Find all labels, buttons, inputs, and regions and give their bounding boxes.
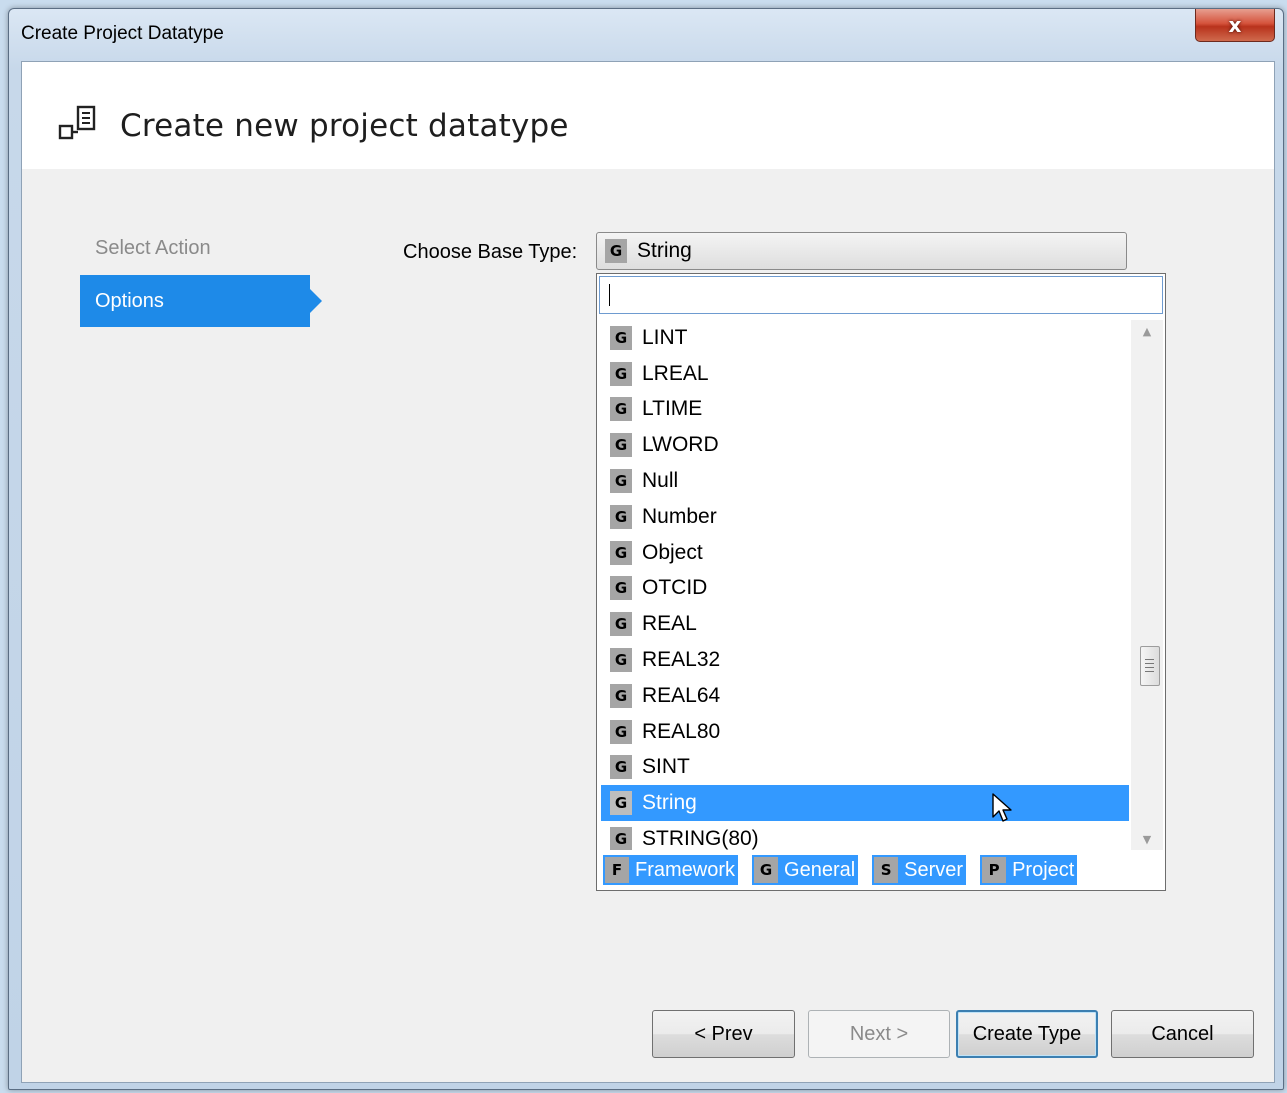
nav-item-select-action[interactable]: Select Action	[80, 222, 310, 274]
prev-button[interactable]: < Prev	[652, 1010, 795, 1058]
type-badge: G	[754, 857, 779, 883]
type-badge: S	[874, 857, 899, 883]
nav-item-options[interactable]: Options	[80, 275, 322, 327]
text-caret	[609, 284, 610, 306]
grip-icon	[1145, 659, 1154, 660]
filter-label: General	[784, 858, 856, 881]
type-badge: G	[605, 239, 627, 263]
filter-server[interactable]: S Server	[872, 855, 967, 885]
page-title: Create new project datatype	[120, 108, 569, 144]
type-badge: G	[610, 683, 632, 708]
close-icon: x	[1228, 13, 1242, 37]
list-item[interactable]: G REAL80	[601, 714, 1129, 750]
list-item[interactable]: G REAL32	[601, 642, 1129, 678]
dialog-client: Create new project datatype Select Actio…	[21, 61, 1275, 1083]
list-item-label: OTCID	[642, 576, 708, 600]
list-item[interactable]: G Object	[601, 535, 1129, 571]
type-badge: G	[610, 433, 632, 458]
list-item[interactable]: G OTCID	[601, 571, 1129, 607]
filter-label: Server	[904, 858, 964, 881]
type-badge: P	[982, 857, 1007, 883]
list-item-label: LTIME	[642, 397, 703, 421]
list-item[interactable]: G Null	[601, 463, 1129, 499]
filter-project[interactable]: P Project	[980, 855, 1078, 885]
window-title: Create Project Datatype	[21, 23, 224, 44]
type-badge: G	[610, 325, 632, 350]
list-item[interactable]: G LINT	[601, 320, 1129, 356]
list-item-label: Number	[642, 504, 717, 528]
base-type-dropdown: G LINT G LREAL G LTIME G LWORD G Null G Number…	[596, 273, 1166, 891]
filter-framework[interactable]: F Framework	[603, 855, 739, 885]
combo-selected-value: String	[637, 239, 692, 262]
dialog-header: Create new project datatype	[22, 62, 1274, 169]
list-item[interactable]: G STRING(80)	[601, 821, 1129, 850]
scroll-down-arrow-icon[interactable]: ▼	[1131, 828, 1163, 850]
type-badge: G	[610, 469, 632, 494]
filter-label: Framework	[635, 858, 736, 881]
list-item[interactable]: G LWORD	[601, 427, 1129, 463]
scroll-thumb[interactable]	[1140, 646, 1160, 686]
list-item[interactable]: G REAL64	[601, 678, 1129, 714]
type-badge: G	[610, 648, 632, 673]
filter-label: Project	[1012, 858, 1075, 881]
type-badge: G	[610, 612, 632, 637]
type-list: G LINT G LREAL G LTIME G LWORD G Null G Number…	[601, 320, 1129, 850]
type-badge: G	[610, 827, 632, 850]
list-item[interactable]: G REAL	[601, 606, 1129, 642]
list-item-label: STRING(80)	[642, 827, 759, 850]
type-badge: G	[610, 540, 632, 565]
close-button[interactable]: x	[1195, 9, 1275, 42]
list-item-label: REAL64	[642, 683, 721, 707]
dialog-window: Create Project Datatype x Create new pro…	[8, 8, 1284, 1090]
cancel-button[interactable]: Cancel	[1111, 1010, 1254, 1058]
mouse-cursor-icon	[992, 793, 1012, 822]
type-search-input[interactable]	[599, 276, 1163, 314]
base-type-label: Choose Base Type:	[403, 241, 578, 263]
title-bar[interactable]: Create Project Datatype x	[9, 9, 1283, 61]
filter-general[interactable]: G General	[752, 855, 859, 885]
datatype-icon	[58, 105, 96, 140]
base-type-combobox[interactable]: G String	[596, 232, 1127, 270]
type-badge: F	[605, 857, 629, 883]
list-item-label: REAL80	[642, 719, 721, 743]
type-badge: G	[610, 755, 632, 780]
type-badge: G	[610, 576, 632, 601]
list-item[interactable]: G SINT	[601, 750, 1129, 786]
next-button[interactable]: Next >	[808, 1010, 950, 1058]
list-item-label: String	[642, 791, 697, 815]
list-item[interactable]: G LTIME	[601, 392, 1129, 428]
list-scrollbar[interactable]: ▲ ▼	[1131, 320, 1163, 850]
list-item-label: REAL	[642, 612, 697, 636]
list-item-label: LREAL	[642, 361, 709, 385]
source-filter-bar: F Framework G General S Server P Project	[603, 854, 1078, 886]
create-type-button[interactable]: Create Type	[956, 1010, 1098, 1058]
list-item-selected[interactable]: G String	[601, 785, 1129, 822]
list-item-label: LINT	[642, 325, 688, 349]
type-badge: G	[610, 719, 632, 744]
list-item-label: LWORD	[642, 433, 719, 457]
list-item[interactable]: G Number	[601, 499, 1129, 535]
list-item-label: SINT	[642, 755, 690, 779]
type-badge: G	[610, 361, 632, 386]
type-badge: G	[610, 791, 632, 816]
type-badge: G	[610, 397, 632, 422]
scroll-up-arrow-icon[interactable]: ▲	[1131, 320, 1163, 342]
type-badge: G	[610, 504, 632, 529]
list-item-label: Null	[642, 469, 679, 493]
list-item[interactable]: G LREAL	[601, 356, 1129, 392]
list-item-label: Object	[642, 540, 703, 564]
list-item-label: REAL32	[642, 648, 721, 672]
